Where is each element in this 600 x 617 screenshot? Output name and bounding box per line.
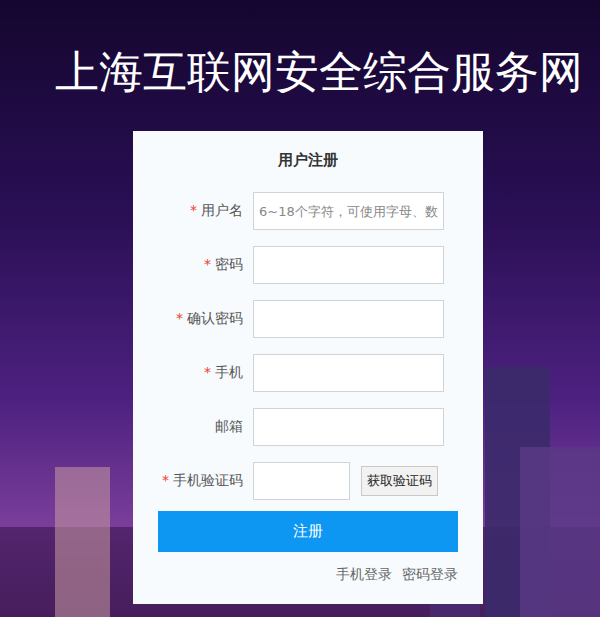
field-input[interactable] [253,408,444,446]
site-title: 上海互联网安全综合服务网 [0,0,600,100]
field-label: *确认密码 [133,310,243,328]
register-card: 用户注册 *用户名*密码*确认密码*手机邮箱*手机验证码获取验证码 注册 手机登… [133,131,483,604]
field-label-text: 用户名 [201,202,243,218]
login-links: 手机登录密码登录 [133,564,483,584]
field-label: *手机 [133,364,243,382]
form-row: 邮箱 [133,408,483,446]
get-code-button[interactable]: 获取验证码 [361,466,438,496]
required-mark: * [204,364,211,380]
form-row: *用户名 [133,192,483,230]
form-row: *手机 [133,354,483,392]
form-row: *手机验证码 获取验证码 [133,462,483,500]
form-row: *密码 [133,246,483,284]
form-heading: 用户注册 [133,145,483,175]
register-button[interactable]: 注册 [158,511,458,552]
required-mark: * [204,256,211,272]
field-input[interactable] [253,300,444,338]
field-input[interactable] [253,192,444,230]
field-label-text: 手机 [215,364,243,380]
field-input[interactable] [253,246,444,284]
form-rows: *用户名*密码*确认密码*手机邮箱*手机验证码获取验证码 [133,192,483,500]
required-mark: * [190,202,197,218]
page: 上海互联网安全综合服务网 用户注册 *用户名*密码*确认密码*手机邮箱*手机验证… [0,0,600,617]
field-label-text: 邮箱 [215,418,243,434]
field-input[interactable] [253,354,444,392]
required-mark: * [176,310,183,326]
field-label-text: 手机验证码 [173,472,243,488]
required-mark: * [162,472,169,488]
field-label: *手机验证码 [133,472,243,490]
login-link[interactable]: 密码登录 [402,564,458,584]
form-row: *确认密码 [133,300,483,338]
field-label-text: 确认密码 [187,310,243,326]
field-label: *密码 [133,256,243,274]
field-label-text: 密码 [215,256,243,272]
field-label: 邮箱 [133,418,243,436]
field-input[interactable] [253,462,350,500]
login-link[interactable]: 手机登录 [336,564,392,584]
field-label: *用户名 [133,202,243,220]
